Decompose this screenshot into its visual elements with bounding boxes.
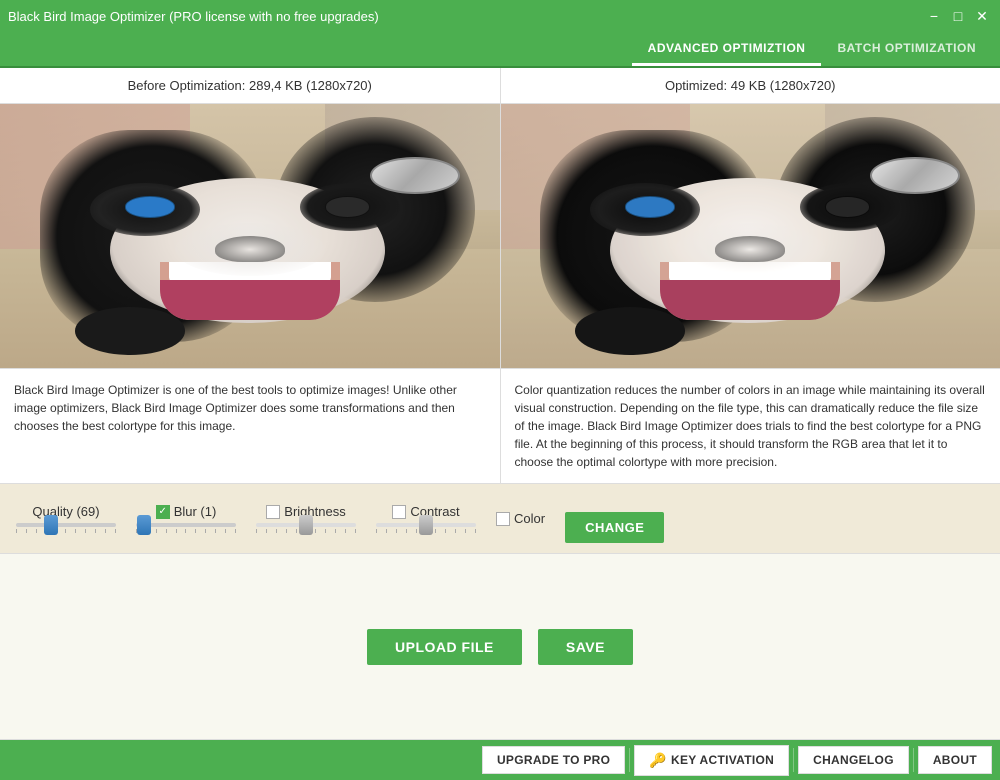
tab-advanced[interactable]: ADVANCED OPTIMIZTION xyxy=(632,33,822,66)
before-info: Before Optimization: 289,4 KB (1280x720) xyxy=(0,68,501,103)
before-image xyxy=(0,104,500,368)
contrast-label: Contrast xyxy=(410,504,459,519)
quality-label: Quality (69) xyxy=(32,504,99,519)
changelog-button[interactable]: CHANGELOG xyxy=(798,746,909,774)
about-button[interactable]: ABOUT xyxy=(918,746,992,774)
key-icon: 🔑 xyxy=(649,752,667,769)
after-image-panel xyxy=(501,104,1000,368)
tab-bar: ADVANCED OPTIMIZTION BATCH OPTIMIZATION xyxy=(0,32,1000,68)
upgrade-button[interactable]: UPGRADE TO PRO xyxy=(482,746,625,774)
after-info: Optimized: 49 KB (1280x720) xyxy=(501,68,1000,103)
blur-checkbox[interactable] xyxy=(156,505,170,519)
titlebar: Black Bird Image Optimizer (PRO license … xyxy=(0,0,1000,32)
divider3 xyxy=(913,748,914,772)
description-right: Color quantization reduces the number of… xyxy=(501,369,1000,483)
blur-slider[interactable] xyxy=(136,523,236,533)
change-button[interactable]: CHANGE xyxy=(565,512,664,543)
color-control: Color xyxy=(496,511,545,526)
upload-button[interactable]: UPLOAD FILE xyxy=(367,629,522,665)
quality-control: Quality (69) xyxy=(16,504,116,533)
text-row: Black Bird Image Optimizer is one of the… xyxy=(0,369,1000,484)
action-row: UPLOAD FILE SAVE xyxy=(0,554,1000,740)
minimize-button[interactable]: − xyxy=(924,6,944,26)
divider xyxy=(629,748,630,772)
window-controls: − □ ✕ xyxy=(924,6,992,26)
key-activation-button[interactable]: 🔑 KEY ACTIVATION xyxy=(634,745,789,776)
contrast-control: Contrast xyxy=(376,504,476,533)
color-label: Color xyxy=(514,511,545,526)
maximize-button[interactable]: □ xyxy=(948,6,968,26)
main-content: Before Optimization: 289,4 KB (1280x720)… xyxy=(0,68,1000,740)
controls-row: Quality (69) Blur (1) xyxy=(0,484,1000,554)
quality-slider[interactable] xyxy=(16,523,116,533)
brightness-label: Brightness xyxy=(284,504,345,519)
before-image-panel xyxy=(0,104,501,368)
blur-control: Blur (1) xyxy=(136,504,236,533)
divider2 xyxy=(793,748,794,772)
contrast-slider xyxy=(376,523,476,533)
bottom-bar: UPGRADE TO PRO 🔑 KEY ACTIVATION CHANGELO… xyxy=(0,740,1000,780)
blur-label: Blur (1) xyxy=(174,504,217,519)
description-left: Black Bird Image Optimizer is one of the… xyxy=(0,369,501,483)
save-button[interactable]: SAVE xyxy=(538,629,633,665)
color-checkbox[interactable] xyxy=(496,512,510,526)
brightness-checkbox[interactable] xyxy=(266,505,280,519)
close-button[interactable]: ✕ xyxy=(972,6,992,26)
brightness-slider xyxy=(256,523,356,533)
blur-label-row: Blur (1) xyxy=(156,504,217,519)
tab-batch[interactable]: BATCH OPTIMIZATION xyxy=(821,33,992,66)
color-label-row: Color xyxy=(496,511,545,526)
info-row: Before Optimization: 289,4 KB (1280x720)… xyxy=(0,68,1000,104)
brightness-control: Brightness xyxy=(256,504,356,533)
after-image xyxy=(501,104,1000,368)
contrast-checkbox[interactable] xyxy=(392,505,406,519)
app-title: Black Bird Image Optimizer (PRO license … xyxy=(8,9,379,24)
images-row xyxy=(0,104,1000,369)
